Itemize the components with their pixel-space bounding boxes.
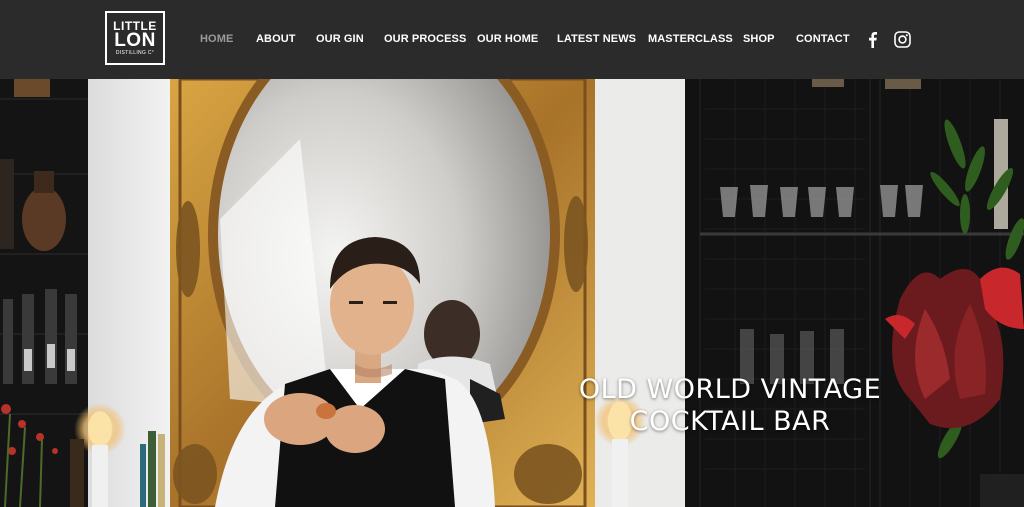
nav-our-process[interactable]: OUR PROCESS	[384, 33, 466, 45]
nav-shop[interactable]: SHOP	[743, 33, 775, 45]
logo-line-3: DISTILLING C°	[115, 49, 155, 56]
hero-banner: OLD WORLD VINTAGE COCKTAIL BAR	[0, 79, 1024, 507]
site-header: LITTLE LON DISTILLING C° HOME ABOUT OUR …	[0, 0, 1024, 79]
logo-line-2: LON	[114, 29, 156, 51]
nav-about[interactable]: ABOUT	[256, 33, 296, 45]
nav-contact[interactable]: CONTACT	[796, 33, 850, 45]
nav-latest-news[interactable]: LATEST NEWS	[557, 33, 636, 45]
brand-logo[interactable]: LITTLE LON DISTILLING C°	[105, 11, 165, 65]
hero-background-image	[0, 79, 1024, 507]
hero-title: OLD WORLD VINTAGE COCKTAIL BAR	[560, 374, 900, 438]
hero-title-line-2: COCKTAIL BAR	[629, 406, 831, 437]
facebook-icon[interactable]	[866, 31, 878, 48]
nav-home[interactable]: HOME	[200, 33, 233, 45]
nav-masterclass[interactable]: MASTERCLASS	[648, 33, 733, 45]
hero-title-line-1: OLD WORLD VINTAGE	[578, 374, 882, 405]
nav-our-home[interactable]: OUR HOME	[477, 33, 538, 45]
instagram-icon[interactable]	[894, 31, 911, 48]
nav-our-gin[interactable]: OUR GIN	[316, 33, 364, 45]
